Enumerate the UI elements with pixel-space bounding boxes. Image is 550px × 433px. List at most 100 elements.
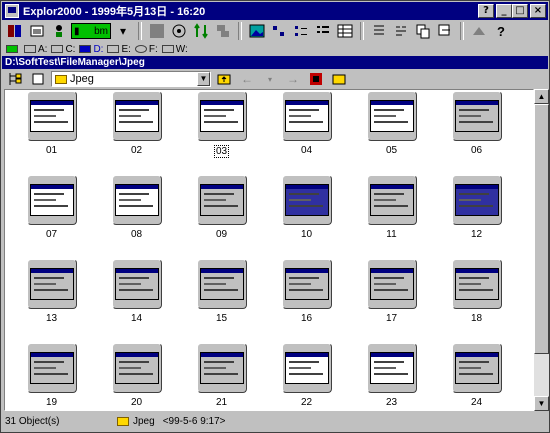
chart-icon[interactable] (27, 21, 47, 41)
dropdown-icon[interactable]: ▾ (113, 21, 133, 41)
thumbnail-item[interactable]: 17 (349, 259, 434, 343)
drive-e[interactable]: E: (107, 44, 131, 55)
thumbnail-item[interactable]: 15 (179, 259, 264, 343)
thumbnail-item[interactable]: 09 (179, 175, 264, 259)
thumbnail-frame[interactable] (111, 175, 162, 225)
explorer-icon[interactable] (5, 21, 25, 41)
thumbnail-item[interactable]: 04 (264, 91, 349, 175)
thumbnail-item[interactable]: 20 (94, 343, 179, 410)
drive-desktop[interactable] (6, 45, 20, 53)
hard-drive-icon (51, 45, 64, 53)
thumbnail-frame[interactable] (366, 175, 417, 225)
thumbnail-image (114, 268, 159, 300)
delete-icon[interactable] (435, 21, 455, 41)
thumbnail-item[interactable]: 03 (179, 91, 264, 175)
thumbnail-frame[interactable] (111, 91, 162, 141)
help-icon[interactable]: ? (491, 21, 511, 41)
thumbnail-item[interactable]: 06 (434, 91, 519, 175)
status-date: <99-5-6 9:17> (162, 415, 226, 427)
thumbnail-frame[interactable] (196, 91, 247, 141)
stop-icon[interactable] (147, 21, 167, 41)
drive-d[interactable]: D: (79, 44, 103, 55)
title-bar[interactable]: Explor2000 - 1999年5月13日 - 16:20 ? _ □ × (2, 2, 548, 20)
chevron-down-icon[interactable]: ▾ (260, 69, 280, 89)
large-icons-icon[interactable] (269, 21, 289, 41)
thumbnail-frame[interactable] (366, 343, 417, 393)
thumbnail-item[interactable]: 07 (9, 175, 94, 259)
paste-icon[interactable] (413, 21, 433, 41)
forward-arrow-icon[interactable]: → (283, 69, 303, 89)
thumbnail-item[interactable]: 23 (349, 343, 434, 410)
up-folder-icon[interactable] (214, 69, 234, 89)
copy-icon[interactable] (391, 21, 411, 41)
thumbnail-frame[interactable] (281, 343, 332, 393)
image-icon[interactable] (247, 21, 267, 41)
scroll-thumb[interactable] (534, 104, 549, 354)
thumbnail-frame[interactable] (26, 259, 77, 309)
thumbnail-item[interactable]: 24 (434, 343, 519, 410)
thumbnail-image (199, 100, 244, 132)
help-button[interactable]: ? (478, 4, 494, 18)
minimize-button[interactable]: _ (496, 4, 512, 18)
thumbnail-item[interactable]: 12 (434, 175, 519, 259)
thumbnail-frame[interactable] (196, 175, 247, 225)
network-drive-icon[interactable] (213, 21, 233, 41)
thumbnail-item[interactable]: 02 (94, 91, 179, 175)
scroll-down-button[interactable]: ▼ (534, 396, 549, 411)
thumbnail-item[interactable]: 19 (9, 343, 94, 410)
small-icons-icon[interactable] (291, 21, 311, 41)
thumbnail-frame[interactable] (451, 91, 502, 141)
drive-f[interactable]: F: (134, 44, 158, 55)
thumbnail-item[interactable]: 21 (179, 343, 264, 410)
thumbnail-frame[interactable] (451, 343, 502, 393)
thumbnail-item[interactable]: 10 (264, 175, 349, 259)
thumbnail-frame[interactable] (366, 91, 417, 141)
sort-icon[interactable] (191, 21, 211, 41)
refresh-icon[interactable] (329, 69, 349, 89)
net-icon[interactable] (169, 21, 189, 41)
thumbnail-frame[interactable] (281, 91, 332, 141)
thumbnail-item[interactable]: 16 (264, 259, 349, 343)
maximize-button[interactable]: □ (512, 4, 528, 18)
thumbnail-item[interactable]: 01 (9, 91, 94, 175)
drive-w[interactable]: W: (161, 44, 188, 55)
thumbnail-frame[interactable] (196, 343, 247, 393)
thumbnail-frame[interactable] (281, 259, 332, 309)
cut-icon[interactable] (369, 21, 389, 41)
vertical-scrollbar[interactable]: ▲ ▼ (534, 89, 549, 411)
stop-load-icon[interactable] (306, 69, 326, 89)
folder-combo[interactable]: Jpeg ▼ (51, 71, 211, 87)
thumbnail-item[interactable]: 18 (434, 259, 519, 343)
thumbnail-frame[interactable] (26, 343, 77, 393)
thumbnail-item[interactable]: 08 (94, 175, 179, 259)
app-icon[interactable] (5, 4, 19, 18)
drive-c[interactable]: C: (51, 44, 75, 55)
thumbnail-frame[interactable] (111, 343, 162, 393)
properties-icon[interactable] (469, 21, 489, 41)
details-icon[interactable] (335, 21, 355, 41)
tree-icon[interactable] (5, 69, 25, 89)
thumbnail-item[interactable]: 13 (9, 259, 94, 343)
close-button[interactable]: × (530, 4, 546, 18)
run-icon[interactable] (49, 21, 69, 41)
thumbnail-frame[interactable] (451, 259, 502, 309)
thumbnail-frame[interactable] (366, 259, 417, 309)
thumbnail-item[interactable]: 11 (349, 175, 434, 259)
thumbnail-item[interactable]: 05 (349, 91, 434, 175)
thumbnail-frame[interactable] (281, 175, 332, 225)
chevron-down-icon[interactable]: ▼ (197, 72, 210, 86)
thumbnail-item[interactable]: 22 (264, 343, 349, 410)
file-view[interactable]: 01 02 03 04 05 06 07 08 09 10 11 12 13 14 15 16 17 18 19 20… (4, 89, 534, 411)
thumbnail-item[interactable]: 14 (94, 259, 179, 343)
thumbnail-frame[interactable] (451, 175, 502, 225)
thumbnail-frame[interactable] (26, 175, 77, 225)
new-window-icon[interactable] (28, 69, 48, 89)
thumbnail-frame[interactable] (196, 259, 247, 309)
back-arrow-icon[interactable]: ← (237, 69, 257, 89)
thumbnail-frame[interactable] (26, 91, 77, 141)
view-combo[interactable]: ▮ bm (71, 23, 111, 39)
scroll-up-button[interactable]: ▲ (534, 89, 549, 104)
thumbnail-frame[interactable] (111, 259, 162, 309)
drive-a[interactable]: A: (24, 44, 47, 55)
list-icon[interactable] (313, 21, 333, 41)
